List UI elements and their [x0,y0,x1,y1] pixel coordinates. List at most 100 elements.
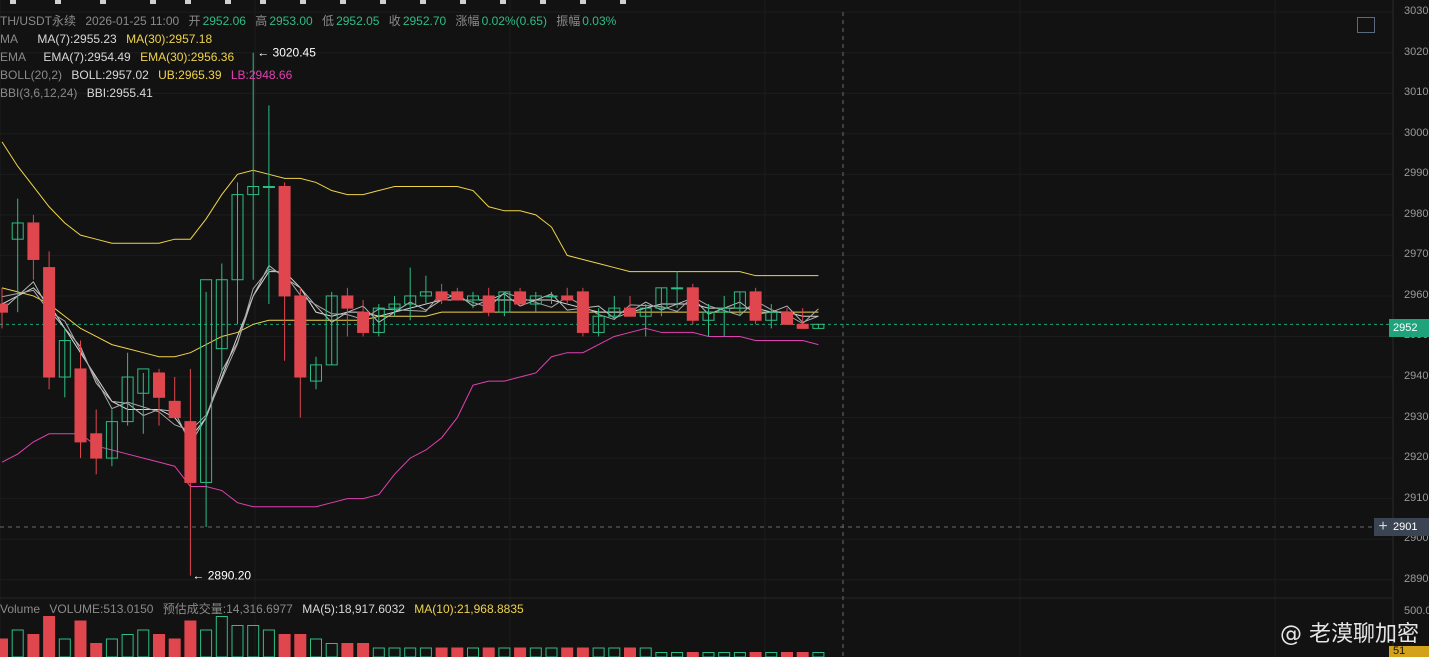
toolbar-tool-7[interactable] [300,0,306,4]
toolbar-tool-4[interactable] [185,0,191,4]
boll-legend[interactable]: BOLL(20,2) BOLL:2957.02 UB:2965.39 LB:29… [0,66,298,84]
toolbar-tool-5[interactable] [225,0,231,4]
candle-body-44 [686,287,699,321]
toolbar-tool-13[interactable] [540,0,546,4]
low-price-marker: ← 2890.20 [192,569,251,583]
volume-bar-2 [27,634,40,657]
amplitude-label: 振幅 [556,14,581,28]
toolbar-tool-1[interactable] [55,0,61,4]
price-axis-label: 3000 [1404,126,1429,139]
toolbar-tool-3[interactable] [150,0,156,4]
close-value: 2952.70 [402,14,447,28]
volume-bar-14 [215,616,228,657]
high-value: 2953.00 [269,14,313,28]
candle-body-10 [153,372,165,398]
volume-bar-33 [514,647,527,657]
volume-bar-42 [655,652,668,657]
price-axis-label: 2930 [1404,410,1429,423]
candle-body-36 [561,295,574,301]
toolbar-tool-9[interactable] [380,0,386,4]
price-axis-label: 3030 [1404,5,1429,18]
volume-bar-20 [310,638,322,657]
toolbar-tool-2[interactable] [100,0,106,4]
volume-bar-9 [137,629,150,657]
candle-body-31 [482,295,495,313]
change-value: 0.02%(0.65) [481,14,547,28]
candle-body-51 [796,323,809,329]
ema30-value: EMA(30):2956.36 [140,50,235,64]
toolbar-tool-10[interactable] [420,0,426,4]
price-axis-label: 2970 [1404,248,1429,261]
high-label: 高 [255,14,268,28]
toolbar-tool-0[interactable] [10,0,16,4]
candle-body-6 [90,433,103,459]
candle-body-23 [357,311,370,333]
symbol-label: TH/USDT永续 [0,14,76,28]
volume-bar-43 [671,652,684,657]
bbi-legend[interactable]: BBI(3,6,12,24) BBI:2955.41 [0,84,159,102]
candle-body-43 [671,287,684,290]
boll-name: BOLL(20,2) [0,68,63,82]
toolbar-tool-14[interactable] [580,0,586,4]
price-axis-label: 2990 [1404,167,1429,180]
volume-bar-50 [781,652,793,657]
volume-bar-3 [43,616,56,657]
price-axis-label: 3010 [1404,86,1429,99]
toolbar-tool-11[interactable] [460,0,466,4]
volume-bar-7 [105,638,118,657]
volume-bar-26 [404,647,417,657]
volume-ma5: MA(5):18,917.6032 [302,602,405,616]
candle-body-19 [294,295,307,378]
volume-bar-16 [247,625,260,657]
toolbar-tool-15[interactable] [620,0,626,4]
volume-bar-39 [608,647,621,657]
ma-legend[interactable]: MA MA(7):2955.23 MA(30):2957.18 [0,30,218,48]
add-alert-button[interactable]: + [1374,518,1392,536]
volume-bar-47 [733,652,746,657]
ohlc-header: TH/USDT永续 2026-01-25 11:00 开 2952.06 高 295… [0,12,622,30]
volume-bar-36 [561,647,574,657]
candle-body-0 [0,303,8,313]
fullscreen-icon[interactable] [1357,17,1375,33]
boll-lb-value: LB:2948.66 [230,68,293,82]
volume-legend[interactable]: Volume VOLUME:513.0150 预估成交量:14,316.6977… [0,600,530,618]
ma30-value: MA(30):2957.18 [126,32,213,46]
volume-bar-11 [168,638,181,657]
crosshair-price-tag: 2901 [1389,518,1429,536]
price-axis-label: 2980 [1404,207,1429,220]
volume-bar-35 [545,647,558,657]
candle-body-33 [514,291,527,305]
volume-bar-32 [498,647,511,657]
volume-bar-34 [529,647,542,657]
candle-body-28 [435,291,448,301]
toolbar-tool-8[interactable] [340,0,346,4]
ma-name: MA [0,32,18,46]
watermark: @ 老漠聊加密 [1280,622,1419,647]
volume-bar-4 [58,638,71,657]
toolbar-tool-6[interactable] [260,0,266,4]
candle-body-29 [451,291,464,301]
volume-bar-15 [231,625,244,657]
ema-legend[interactable]: EMA EMA(7):2954.49 EMA(30):2956.36 [0,48,240,66]
candle-body-3 [43,267,56,378]
volume-ma10: MA(10):21,968.8835 [414,602,524,616]
close-label: 收 [388,14,401,28]
candlestick-chart[interactable]: ← 3020.45 ← 2890.20 [0,0,1429,657]
price-axis-label: 3020 [1404,45,1429,58]
volume-bar-29 [451,647,464,657]
volume-bar-17 [262,629,275,657]
volume-bar-40 [624,647,636,657]
ema-name: EMA [0,50,27,64]
toolbar-strip[interactable] [0,0,700,6]
candle-body-22 [341,295,354,309]
volume-bar-1 [11,629,24,657]
change-label: 涨幅 [455,14,480,28]
volume-value: VOLUME:513.0150 [49,602,154,616]
boll-value: BOLL:2957.02 [71,68,149,82]
candle-body-17 [262,185,275,188]
candle-body-48 [749,291,762,321]
toolbar-tool-12[interactable] [500,0,506,4]
amplitude-value: 0.03% [582,14,617,28]
price-axis-label: 2920 [1404,451,1429,464]
candle-body-11 [168,400,181,419]
